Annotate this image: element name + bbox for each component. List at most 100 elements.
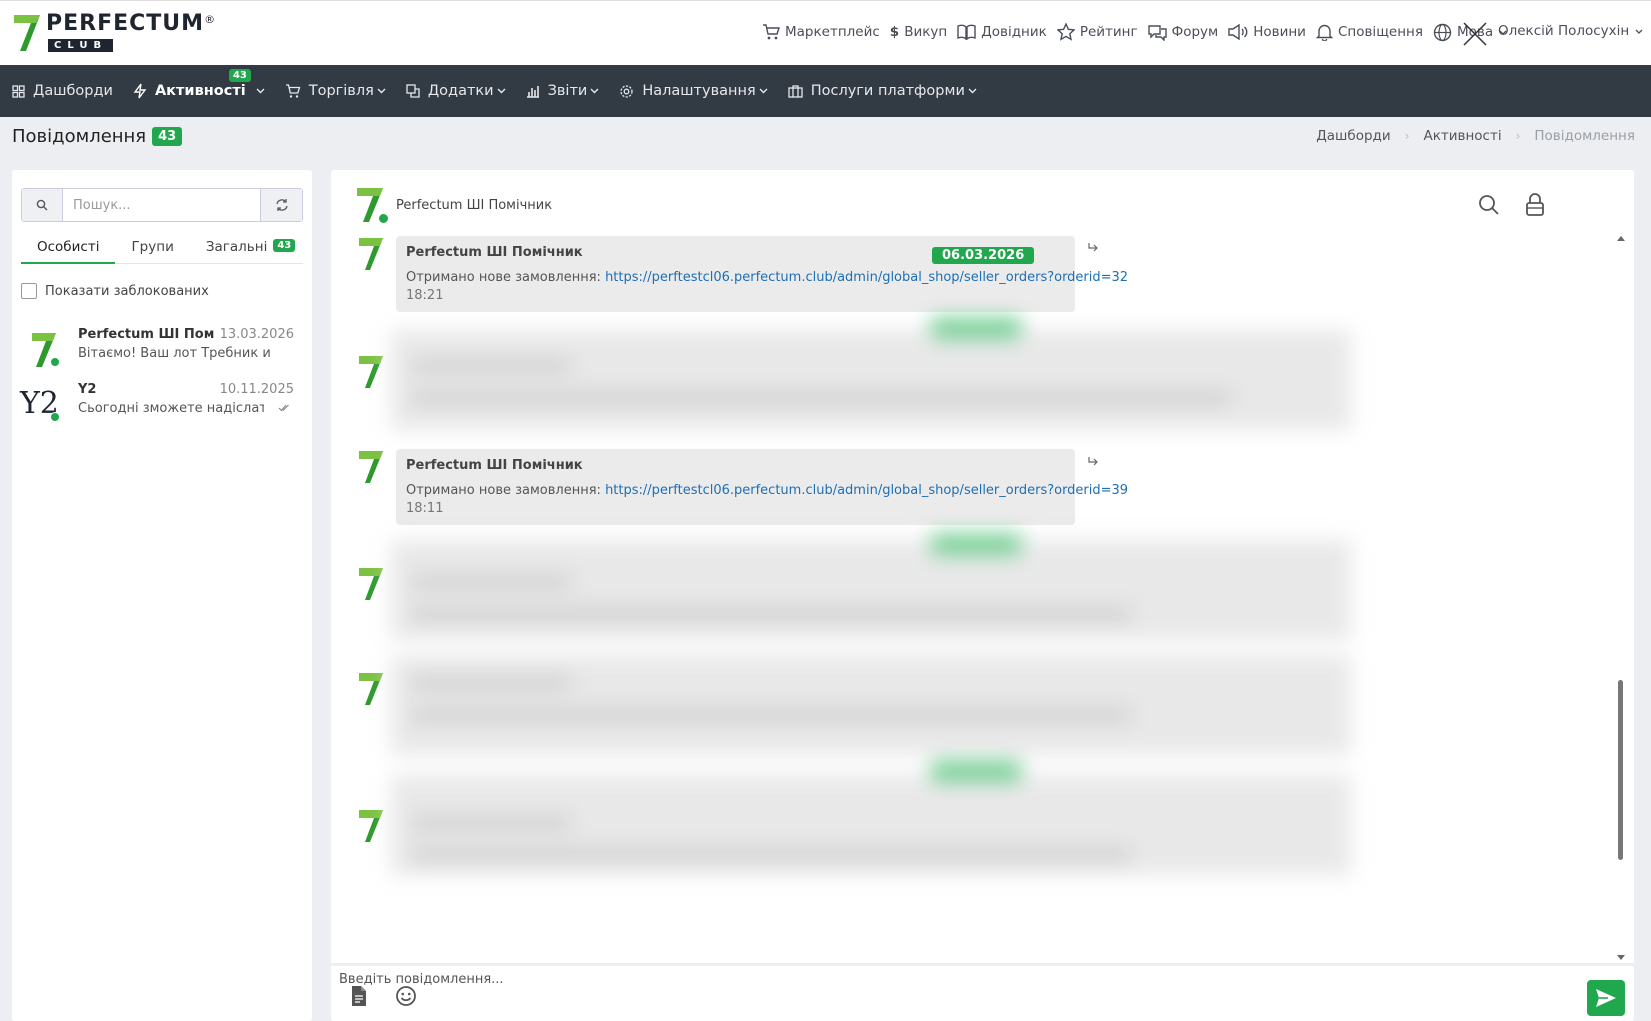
contact-item[interactable]: Y2 Y2 10.11.2025 Сьогодні зможете надісл… — [20, 382, 306, 434]
topnav-label: Форум — [1171, 24, 1219, 40]
tab-label: Особисті — [37, 239, 100, 255]
send-button[interactable] — [1587, 980, 1625, 1016]
logo-club: CLUB — [48, 39, 114, 52]
chevron-down-icon — [377, 88, 386, 94]
globe-icon — [1433, 23, 1452, 41]
blurred-text-line — [411, 849, 1131, 861]
message-scrollbar[interactable] — [1615, 236, 1627, 960]
topnav-label: Маркетплейс — [785, 24, 880, 40]
topnav-label: Викуп — [904, 24, 948, 40]
scroll-thumb[interactable] — [1618, 680, 1623, 860]
send-icon — [1596, 989, 1616, 1007]
search-input[interactable] — [63, 189, 260, 221]
reply-icon[interactable] — [1087, 242, 1099, 252]
logo-registered-mark: ® — [204, 13, 217, 26]
show-blocked-checkbox[interactable] — [21, 283, 37, 299]
lightning-icon — [133, 83, 147, 99]
nav-settings[interactable]: Налаштування — [619, 83, 768, 99]
message-input[interactable] — [339, 972, 1519, 1012]
logo-word: PERFECTUM — [46, 11, 205, 36]
topnav-rating[interactable]: Рейтинг — [1056, 23, 1138, 41]
blurred-date-badge — [931, 318, 1021, 338]
message-bubble: Perfectum ШІ Помічник Отримано нове замо… — [396, 449, 1128, 525]
user-menu[interactable]: Олексій Полосухін — [1498, 23, 1643, 39]
message-bubble: Perfectum ШІ Помічник 06.03.2026 Отриман… — [396, 236, 1128, 312]
topnav-news[interactable]: Новини — [1228, 24, 1306, 40]
nav-label: Налаштування — [642, 83, 756, 99]
copy-icon — [406, 84, 420, 98]
order-link[interactable]: https://perftestcl06.perfectum.club/admi… — [605, 483, 1128, 498]
search-icon[interactable] — [1478, 194, 1500, 216]
online-indicator — [379, 214, 388, 223]
conversation-tabs: Особисті Групи Загальні 43 — [21, 232, 303, 264]
attach-file-icon[interactable] — [349, 985, 369, 1007]
contact-date: 10.11.2025 — [219, 382, 294, 397]
topnav-marketplace[interactable]: Маркетплейс — [762, 23, 880, 41]
double-check-icon — [278, 404, 289, 412]
order-link[interactable]: https://perftestcl06.perfectum.club/admi… — [605, 270, 1128, 285]
logo-mark-icon — [359, 451, 383, 483]
contact-item[interactable]: Perfectum ШІ Помічник 13.03.2026 Вітаємо… — [20, 327, 306, 379]
briefcase-icon — [788, 85, 803, 98]
dollar-icon: $ — [889, 24, 900, 40]
date-badge: 06.03.2026 — [932, 247, 1035, 264]
topnav-buyback[interactable]: $ Викуп — [890, 24, 947, 40]
blurred-message-background — [391, 655, 1351, 755]
search-icon[interactable] — [22, 189, 63, 221]
show-blocked-label: Показати заблокованих — [45, 283, 209, 299]
tab-groups[interactable]: Групи — [115, 232, 189, 264]
message-list: Perfectum ШІ Помічник 06.03.2026 Отриман… — [331, 236, 1634, 960]
chevron-down-icon — [256, 88, 265, 94]
nav-activities[interactable]: Активності 43 — [133, 69, 265, 99]
blurred-message — [391, 641, 1351, 761]
nav-reports[interactable]: Звіти — [526, 83, 600, 99]
chevron-down-icon — [759, 88, 768, 94]
bell-icon — [1315, 24, 1333, 41]
blurred-message — [391, 316, 1351, 436]
show-blocked-toggle[interactable]: Показати заблокованих — [21, 283, 209, 299]
nav-label: Звіти — [547, 83, 588, 99]
nav-label: Послуги платформи — [810, 83, 965, 99]
user-avatar-x-icon[interactable] — [1462, 21, 1488, 47]
reply-icon[interactable] — [1087, 456, 1099, 466]
contact-date: 13.03.2026 — [219, 327, 294, 342]
topnav-notifications[interactable]: Сповіщення — [1315, 23, 1423, 41]
avatar — [20, 327, 64, 371]
logo-mark-icon — [359, 810, 383, 842]
blurred-message-background — [391, 540, 1351, 640]
gear-icon — [620, 84, 633, 98]
search-box — [21, 188, 303, 222]
perfectum-logo[interactable]: PERFECTUM ® CLUB — [12, 11, 215, 53]
top-nav: Маркетплейс $ Викуп Довідник Рейтинг Фор… — [762, 21, 1517, 43]
chevron-down-icon — [590, 88, 599, 94]
scroll-down-arrow[interactable] — [1617, 955, 1625, 960]
nav-addons[interactable]: Додатки — [406, 83, 506, 99]
contact-name: Y2 — [78, 382, 97, 397]
nav-dashboards[interactable]: Дашборди — [12, 83, 113, 99]
top-header: PERFECTUM ® CLUB Маркетплейс $ Викуп Дові… — [0, 0, 1651, 65]
nav-trade[interactable]: Торгівля — [285, 83, 386, 99]
breadcrumb-dashboards[interactable]: Дашборди — [1316, 128, 1390, 144]
scroll-up-arrow[interactable] — [1617, 236, 1625, 241]
blurred-text-line — [411, 677, 571, 689]
chevron-down-icon — [1635, 29, 1643, 34]
refresh-icon[interactable] — [260, 189, 302, 221]
nav-platform-services[interactable]: Послуги платформи — [788, 83, 977, 99]
topnav-handbook[interactable]: Довідник — [957, 24, 1047, 40]
star-icon — [1056, 23, 1075, 41]
breadcrumb-activities[interactable]: Активності — [1423, 128, 1501, 144]
breadcrumb-separator: › — [1515, 129, 1521, 143]
message-time: 18:11 — [406, 501, 444, 516]
chat-icon — [1147, 24, 1167, 41]
emoji-icon[interactable] — [395, 985, 417, 1007]
tab-personal[interactable]: Особисті — [21, 232, 116, 264]
tab-general[interactable]: Загальні 43 — [190, 232, 311, 264]
message-sender: Perfectum ШІ Помічник — [406, 458, 583, 473]
user-name: Олексій Полосухін — [1498, 23, 1630, 39]
lock-icon[interactable] — [1525, 193, 1545, 217]
topnav-forum[interactable]: Форум — [1147, 24, 1219, 41]
online-indicator — [50, 412, 60, 422]
contact-preview: Сьогодні зможете надіслати за — [78, 401, 264, 416]
blurred-text-line — [411, 709, 1131, 721]
topnav-label: Сповіщення — [1337, 24, 1423, 40]
